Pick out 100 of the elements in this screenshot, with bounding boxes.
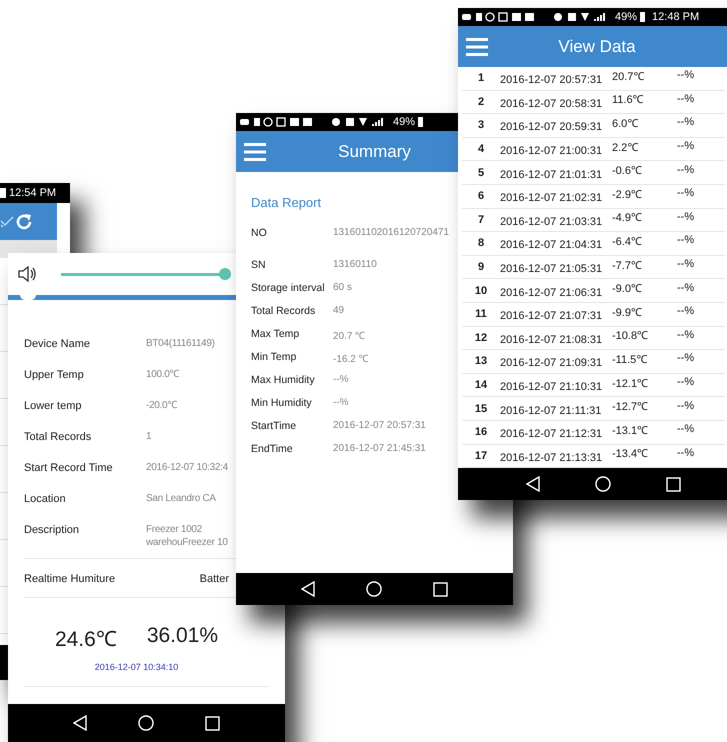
record-number: 8: [476, 237, 486, 250]
record-number: 7: [476, 214, 486, 226]
record-temperature: -4.9℃: [612, 211, 643, 224]
record-number: 15: [474, 402, 488, 415]
record-temperature: -12.1℃: [612, 376, 650, 390]
record-temperature: -13.1℃: [612, 424, 650, 437]
record-time: 2016-12-07 21:09:31: [500, 357, 604, 370]
field-label: Location: [24, 492, 67, 507]
record-time: 2016-12-07 21:07:31: [500, 310, 604, 322]
field-value: -20.0℃: [146, 399, 177, 412]
record-time: 2016-12-07 20:58:31: [500, 98, 604, 110]
status-time: 12:54 PM: [9, 187, 56, 199]
record-number: 4: [476, 143, 486, 156]
record-humidity: --%: [677, 282, 694, 294]
back-icon[interactable]: [73, 715, 88, 731]
record-temperature: -10.8℃: [612, 329, 650, 342]
record-time: 2016-12-07 21:01:31: [500, 168, 604, 181]
field-value: -16.2 ℃: [333, 353, 369, 365]
record-humidity: --%: [677, 116, 694, 128]
record-number: 2: [476, 96, 486, 108]
field-value: BT04(11161149): [146, 337, 215, 350]
record-humidity: --%: [677, 400, 694, 412]
field-value: 20.7 ℃: [333, 330, 366, 342]
menu-icon[interactable]: [466, 38, 488, 56]
field-label: Start Record Time: [24, 461, 114, 476]
speaker-icon: [18, 266, 36, 282]
field-value: 2016-12-07 10:32:4: [146, 461, 228, 474]
record-time: 2016-12-07 21:04:31: [500, 239, 604, 252]
record-humidity: --%: [677, 234, 694, 246]
record-temperature: -9.0℃: [612, 282, 643, 296]
field-value: 1: [146, 430, 152, 443]
record-temperature: -7.7℃: [612, 258, 643, 272]
field-value: 60 s: [333, 282, 352, 293]
field-label: Total Records: [24, 430, 92, 445]
record-humidity: --%: [677, 187, 694, 200]
field-label: Min Humidity: [251, 397, 313, 409]
temperature-reading: 24.6℃: [54, 627, 117, 652]
record-humidity: --%: [677, 92, 694, 105]
home-icon[interactable]: [366, 581, 382, 597]
record-temperature: -12.7℃: [612, 400, 650, 414]
reading-time: 2016-12-07 10:34:10: [94, 661, 180, 674]
screen-title: View Data: [558, 36, 636, 56]
field-label: StartTime: [251, 420, 298, 432]
record-humidity: --%: [677, 164, 694, 176]
record-humidity: --%: [677, 352, 694, 364]
record-humidity: --%: [677, 258, 694, 270]
record-time: 2016-12-07 21:13:31: [500, 452, 604, 464]
record-number: 12: [474, 332, 488, 344]
record-number: 17: [474, 450, 488, 462]
field-label: Upper Temp: [24, 368, 85, 383]
record-humidity: --%: [677, 69, 694, 82]
battery-icon: [0, 188, 6, 198]
record-time: 2016-12-07 21:03:31: [500, 216, 604, 228]
section-title: Data Report: [251, 195, 322, 210]
record-temperature: -2.9℃: [612, 188, 643, 201]
field-label: Description: [24, 523, 80, 538]
record-temperature: -9.9℃: [612, 306, 643, 319]
humidity-reading: 36.01%: [146, 624, 218, 649]
field-value: --%: [333, 397, 349, 408]
record-humidity: --%: [677, 423, 694, 436]
record-number: 5: [476, 166, 486, 179]
field-value: --%: [333, 374, 349, 385]
record-number: 11: [474, 308, 488, 320]
record-number: 16: [474, 426, 488, 438]
field-value: 100.0℃: [146, 368, 180, 381]
back-icon[interactable]: [526, 476, 540, 492]
record-temperature: 6.0℃: [612, 116, 640, 130]
record-time: 2016-12-07 21:02:31: [500, 192, 604, 204]
menu-icon[interactable]: [244, 142, 266, 160]
record-number: 14: [474, 379, 488, 392]
field-label: Device Name: [24, 337, 92, 352]
check-icon[interactable]: [0, 216, 14, 228]
battery-label: Batter: [200, 573, 229, 585]
recents-icon[interactable]: [204, 716, 220, 730]
field-label: Max Humidity: [251, 374, 316, 386]
record-number: 6: [476, 190, 486, 202]
field-value: 131601102016120720471: [333, 227, 450, 238]
field-label: NO: [251, 227, 268, 239]
record-number: 1: [476, 72, 486, 84]
home-icon[interactable]: [138, 715, 154, 731]
field-value: 2016-12-07 20:57:31: [333, 420, 426, 431]
recents-icon[interactable]: [666, 476, 680, 492]
field-value: 2016-12-07 21:45:31: [333, 443, 426, 454]
field-label: Storage interval: [251, 282, 326, 294]
record-humidity: --%: [677, 210, 694, 223]
recents-icon[interactable]: [432, 582, 448, 596]
section-label: Realtime Humiture: [24, 573, 116, 585]
record-temperature: -13.4℃: [612, 447, 650, 460]
screen-title: Summary: [338, 142, 411, 162]
field-label: Max Temp: [251, 328, 300, 340]
field-value: 13160110: [333, 259, 377, 270]
record-humidity: --%: [677, 328, 694, 341]
battery-level: 49%: [615, 11, 638, 23]
record-temperature: 11.6℃: [612, 93, 645, 106]
refresh-icon[interactable]: [15, 212, 33, 230]
back-icon[interactable]: [301, 581, 316, 597]
record-time: 2016-12-07 21:08:31: [500, 334, 604, 346]
home-icon[interactable]: [594, 476, 610, 492]
field-value: 49: [333, 305, 344, 316]
record-number: 10: [474, 284, 488, 297]
